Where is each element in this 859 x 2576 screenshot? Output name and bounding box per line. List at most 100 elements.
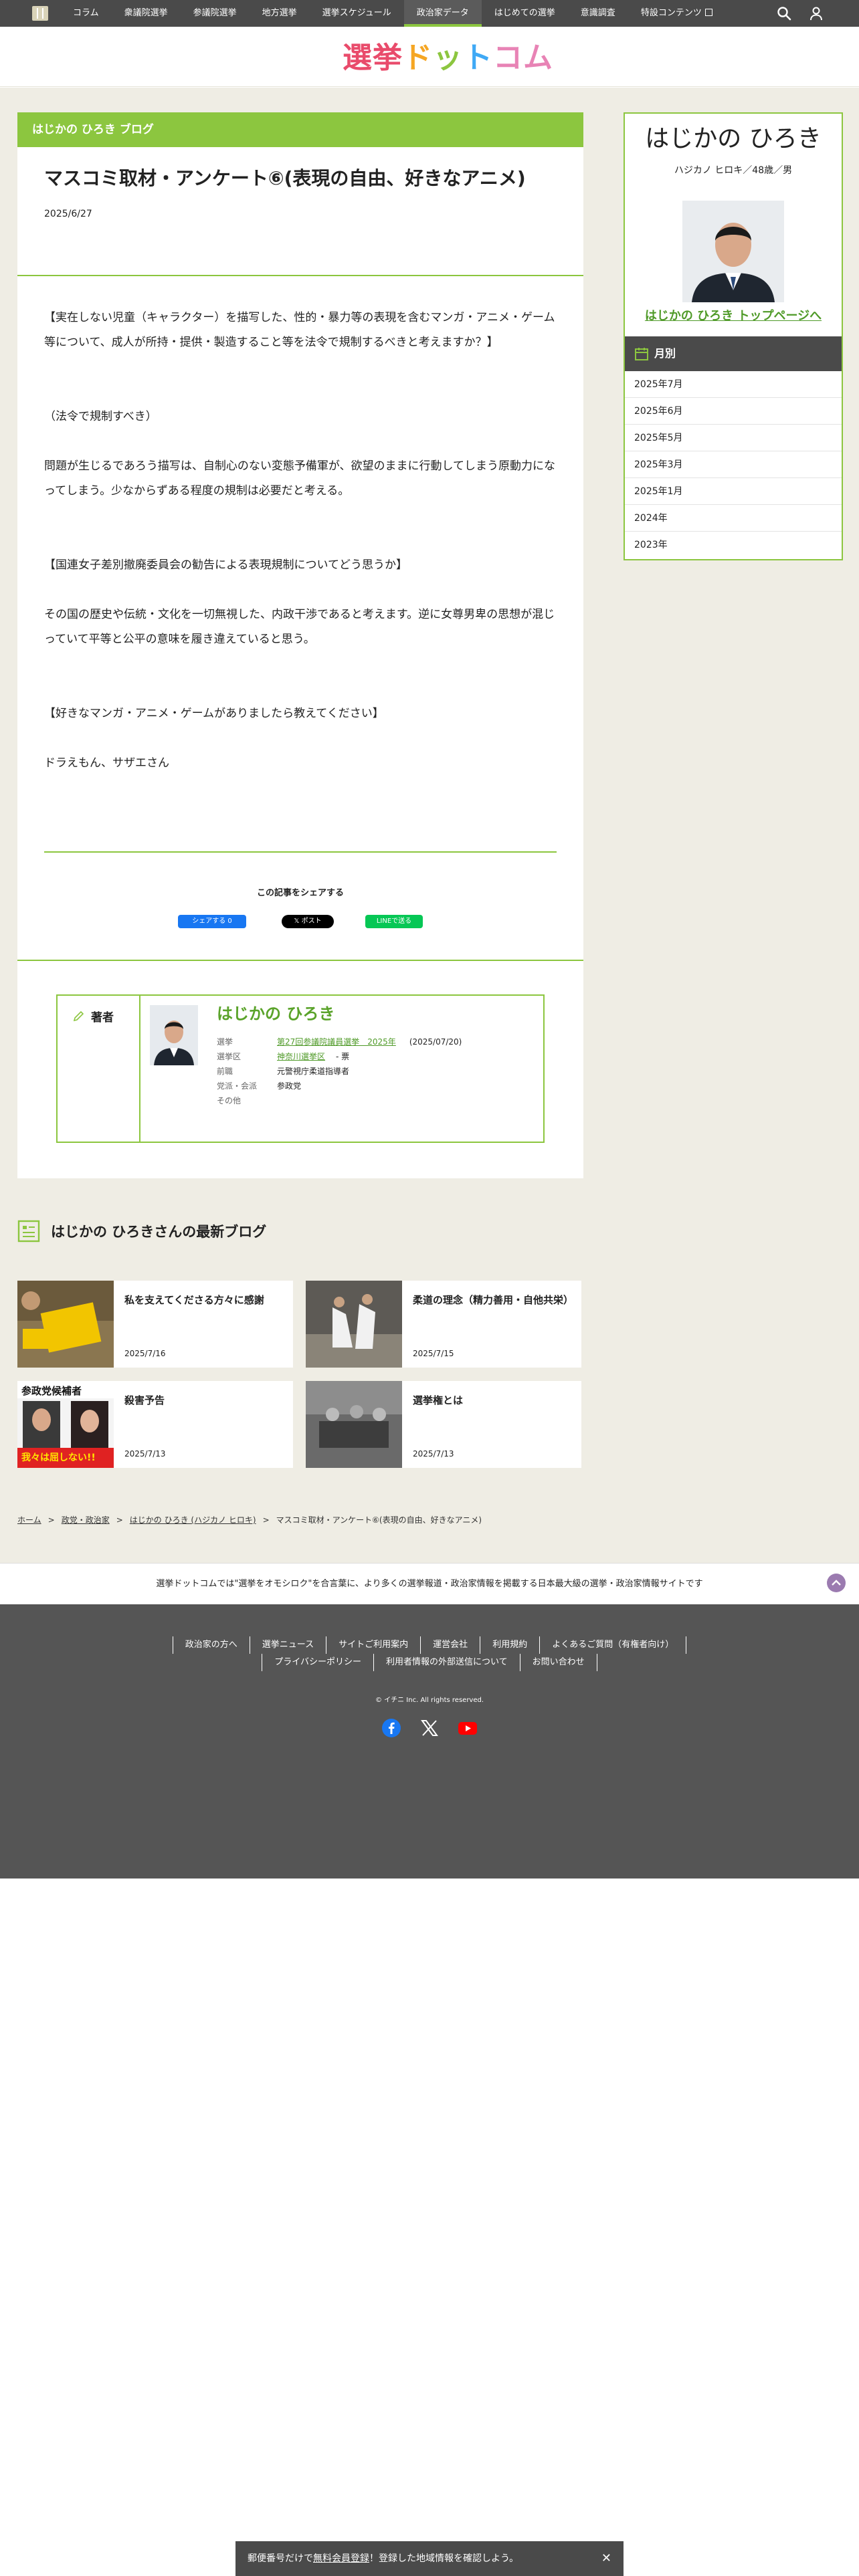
thumb-caption-bottom: 我々は屈しない!! [21,1453,96,1463]
blog-thumbnail: 参政党候補者 我々は屈しない!! [17,1381,114,1468]
month-item[interactable]: 2025年1月 [625,478,842,505]
article-paragraph: ドラえもん、サザエさん [44,756,169,770]
footer-link[interactable]: 運営会社 [420,1636,480,1654]
article-card: はじかの ひろき ブログ マスコミ取材・アンケート⑥(表現の自由、好きなアニメ)… [17,112,583,1178]
nav-schedule[interactable]: 選挙スケジュール [310,0,404,27]
article-title: マスコミ取材・アンケート⑥(表現の自由、好きなアニメ) [44,167,526,189]
author-label: 著者 [91,1011,114,1025]
profile-sidebar: はじかの ひろき ハジカノ ヒロキ／48歳／男 はじかの ひろき トップページへ… [624,112,843,560]
facebook-icon[interactable] [381,1718,401,1738]
article-date: 2025/6/27 [44,209,92,219]
author-photo[interactable] [150,1005,198,1065]
breadcrumb-politicians[interactable]: 政党・政治家 [62,1515,110,1525]
breadcrumb: ホーム > 政党・政治家 > はじかの ひろき (ハジカノ ヒロキ) > マスコミ取材・アン… [17,1515,482,1525]
author-party-row: 党派・会派 参政党 [217,1079,301,1093]
month-item[interactable]: 2025年6月 [625,398,842,425]
footer-link[interactable]: 利用者情報の外部送信について [373,1654,520,1671]
election-date: (2025/07/20) [409,1037,462,1047]
author-label-cell: 著者 [58,996,140,1142]
author-former: 元警視庁柔道指導者 [277,1067,350,1076]
divider [44,851,557,853]
election-link[interactable]: 第27回参議院議員選挙 2025年 [277,1037,396,1047]
blog-card[interactable]: 私を支えてくださる方々に感謝 2025/7/16 [17,1281,293,1368]
blog-card[interactable]: 選挙権とは 2025/7/13 [306,1381,581,1468]
nav-list: コラム 衆議院選挙 参議院選挙 地方選挙 選挙スケジュール 政治家データ はじめ… [60,0,725,27]
nav-politician-data[interactable]: 政治家データ [403,0,482,27]
footer-link[interactable]: 利用規約 [480,1636,539,1654]
sidebar-top-link[interactable]: はじかの ひろき トップページへ [625,306,842,324]
blog-thumbnail [17,1281,114,1368]
sidebar-photo[interactable] [682,201,784,302]
author-other-row: その他 [217,1093,277,1108]
line-share-button[interactable]: LINEで送る [365,915,423,928]
back-to-top-button[interactable] [827,1574,846,1592]
blog-thumbnail [306,1281,402,1368]
pen-icon [73,1010,84,1022]
register-banner: 郵便番号だけで無料会員登録！登録した地域情報を確認しよう。 ✕ [235,2541,624,2576]
top-nav: コラム 衆議院選挙 参議院選挙 地方選挙 選挙スケジュール 政治家データ はじめ… [0,0,859,27]
month-item[interactable]: 2024年 [625,505,842,532]
footer-link[interactable]: サイトご利用案内 [326,1636,420,1654]
search-icon[interactable] [776,5,792,21]
blog-card[interactable]: 参政党候補者 我々は屈しない!! 殺害予告 2025/7/13 [17,1381,293,1468]
x-post-button[interactable]: 𝕏 ポスト [282,915,334,928]
brand-char: コ [493,41,523,75]
site-tagline: 選挙ドットコムでは"選挙をオモシロク"を合言葉に、より多くの選挙報道・政治家情報… [0,1563,859,1604]
footer-link[interactable]: 政治家の方へ [172,1636,250,1654]
nav-column[interactable]: コラム [60,0,112,27]
close-icon[interactable]: ✕ [601,2541,611,2576]
month-item[interactable]: 2025年7月 [625,371,842,398]
district-votes: - 票 [336,1052,350,1061]
author-election-row: 選挙 第27回参議院議員選挙 2025年 (2025/07/20) [217,1035,462,1049]
nav-house[interactable]: 衆議院選挙 [112,0,181,27]
blog-card[interactable]: 柔道の理念（精力善用・自他共栄） 2025/7/15 [306,1281,581,1368]
blog-card-date: 2025/7/15 [413,1349,454,1358]
nav-local[interactable]: 地方選挙 [250,0,310,27]
sidebar-kana: ハジカノ ヒロキ／48歳／男 [674,165,793,176]
x-icon[interactable] [419,1718,440,1738]
nav-special[interactable]: 特設コンテンツ [628,0,725,27]
brand-char: ド [403,41,433,75]
nav-first-election[interactable]: はじめての選挙 [482,0,568,27]
footer: 政治家の方へ 選挙ニュース サイトご利用案内 運営会社 利用規約 よくあるご質問（有権者向… [0,1604,859,1879]
month-item[interactable]: 2025年5月 [625,425,842,451]
footer-link[interactable]: プライバシーポリシー [262,1654,373,1671]
brand-char: ム [523,41,553,75]
brand-char: ッ [433,41,463,75]
month-item[interactable]: 2023年 [625,532,842,558]
calendar-icon [635,348,648,360]
share-title: この記事をシェアする [256,888,344,898]
youtube-icon[interactable] [458,1718,478,1738]
footer-links: 政治家の方へ 選挙ニュース サイトご利用案内 運営会社 利用規約 よくあるご質問（有権者向… [0,1636,859,1671]
author-key: 選挙区 [217,1052,242,1061]
site-icon[interactable] [32,6,48,21]
user-icon[interactable] [808,5,824,21]
site-logo[interactable]: 選挙ドットコム [343,41,553,75]
article-body: 【実在しない児童（キャラクター）を描写した、性的・暴力等の表現を含むマンガ・アニ… [17,276,583,776]
copyright: © イチニ Inc. All rights reserved. [375,1697,484,1704]
brand-char: ト [463,41,493,75]
breadcrumb-person[interactable]: はじかの ひろき (ハジカノ ヒロキ) [130,1515,256,1525]
divider [17,960,583,961]
chevron-up-icon [832,1580,841,1586]
footer-link[interactable]: お問い合わせ [519,1654,597,1671]
author-key: 党派・会派 [217,1081,258,1091]
month-item[interactable]: 2025年3月 [625,451,842,478]
article-paragraph: 【国連女子差別撤廃委員会の勧告による表現規制についてどう思うか】 [44,558,407,572]
breadcrumb-home[interactable]: ホーム [17,1515,41,1525]
latest-blog-header: はじかの ひろきさんの最新ブログ [17,1217,266,1245]
footer-link[interactable]: 選挙ニュース [249,1636,326,1654]
register-link[interactable]: 無料会員登録 [313,2553,369,2564]
author-key: その他 [217,1096,242,1105]
facebook-share-button[interactable]: シェアする 0 [178,915,246,928]
nav-councillors[interactable]: 参議院選挙 [181,0,250,27]
brand-char: 挙 [373,41,403,75]
district-link[interactable]: 神奈川選挙区 [277,1052,325,1061]
external-link-icon [704,9,712,16]
article-paragraph: その国の歴史や伝統・文化を一切無視した、内政干渉であると考えます。逆に女尊男卑の… [44,608,555,646]
footer-link[interactable]: よくあるご質問（有権者向け） [539,1636,687,1654]
blog-card-title: 殺害予告 [124,1394,165,1406]
nav-survey[interactable]: 意識調査 [568,0,628,27]
author-name[interactable]: はじかの ひろき [217,1004,335,1024]
blog-card-title: 私を支えてくださる方々に感謝 [124,1294,264,1306]
